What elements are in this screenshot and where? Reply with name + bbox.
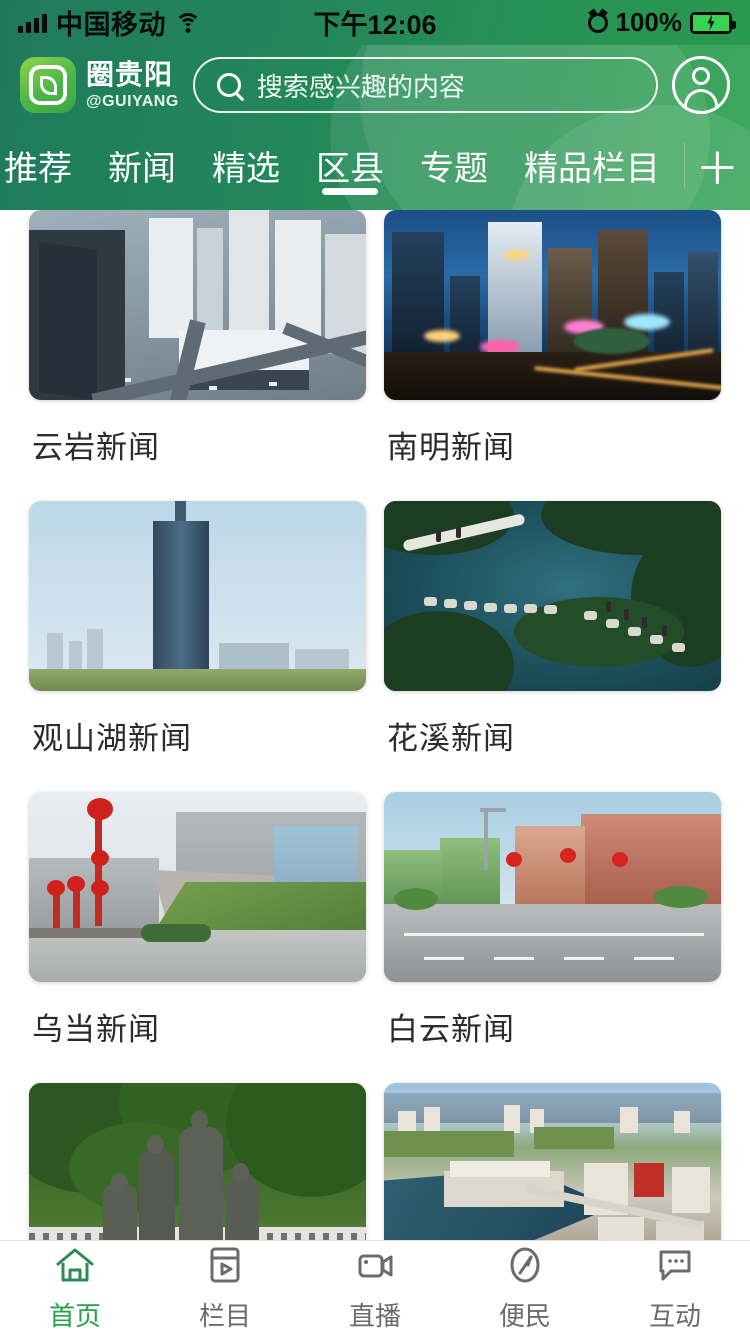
bottom-navigation: 首页 栏目 直播 便民 互动 (0, 1240, 750, 1334)
grid-item[interactable]: 白云新闻 (375, 792, 730, 1083)
tab-label: 专题 (420, 149, 488, 188)
nav-item-home[interactable]: 首页 (0, 1243, 150, 1333)
nav-label: 首页 (48, 1300, 101, 1331)
status-bar: 中国移动 下午12:06 100% (0, 0, 750, 45)
search-placeholder: 搜索感兴趣的内容 (256, 71, 465, 102)
nav-label: 栏目 (198, 1300, 251, 1331)
live-camera-icon (353, 1243, 397, 1287)
grid-item[interactable]: 乌当新闻 (20, 792, 375, 1083)
tab-label: 精选 (212, 149, 280, 188)
grid-item[interactable]: 云岩新闻 (20, 210, 375, 501)
alarm-icon (587, 12, 608, 33)
columns-video-icon (203, 1243, 247, 1287)
chat-bubble-icon (653, 1243, 697, 1287)
card-title: 南明新闻 (387, 430, 515, 465)
card-thumbnail (384, 792, 721, 982)
card-thumbnail-wrap grid-item[interactable]: 花溪新闻 (375, 501, 730, 792)
district-grid-scroll[interactable]: 云岩新闻 南明新闻 观山湖新闻 花溪新闻 乌当新闻 白云新闻 (0, 210, 750, 1240)
card-thumbnail (29, 210, 366, 400)
card-thumbnail (29, 792, 366, 982)
search-icon (216, 73, 241, 97)
card-title: 花溪新闻 (387, 721, 515, 756)
card-thumbnail (384, 1083, 721, 1240)
district-grid: 云岩新闻 南明新闻 观山湖新闻 花溪新闻 乌当新闻 白云新闻 (0, 210, 750, 1240)
logo-name: 圈贵阳 (86, 58, 174, 90)
tab-active-indicator (322, 188, 378, 195)
card-thumbnail (384, 210, 721, 400)
search-bar[interactable]: 搜索感兴趣的内容 (192, 57, 658, 113)
tab-label: 新闻 (108, 149, 176, 188)
nav-item-interaction[interactable]: 互动 (600, 1243, 750, 1333)
tab-districts[interactable]: 区县 (298, 125, 402, 205)
nav-item-live[interactable]: 直播 (300, 1243, 450, 1333)
compass-icon (503, 1243, 547, 1287)
card-thumbnail (384, 501, 721, 691)
home-icon (53, 1243, 97, 1287)
card-thumbnail (29, 501, 366, 691)
tab-topics[interactable]: 专题 (402, 125, 506, 205)
grid-item[interactable] (20, 1083, 375, 1240)
nav-label: 直播 (348, 1300, 401, 1331)
card-title: 乌当新闻 (32, 1012, 160, 1047)
add-channel-button[interactable]: ＋ (685, 125, 750, 205)
grid-item[interactable] (375, 1083, 730, 1240)
tab-premium-columns[interactable]: 精品栏目 (506, 125, 678, 205)
nav-label: 互动 (648, 1300, 701, 1331)
card-title: 观山湖新闻 (32, 721, 192, 756)
header-row: 圈贵阳 @GUIYANG 搜索感兴趣的内容 (0, 45, 750, 125)
category-tabs: 推荐 新闻 精选 区县 专题 精品栏目 ＋ (0, 125, 750, 205)
app-logo[interactable]: 圈贵阳 @GUIYANG (20, 57, 179, 113)
logo-subtitle: @GUIYANG (86, 92, 179, 110)
app-header: 圈贵阳 @GUIYANG 搜索感兴趣的内容 推荐 新闻 精选 区县 专题 精品栏… (0, 45, 750, 210)
status-bar-time: 下午12:06 (313, 10, 437, 40)
card-title: 白云新闻 (387, 1012, 515, 1047)
grid-item[interactable]: 南明新闻 (375, 210, 730, 501)
nav-item-columns[interactable]: 栏目 (150, 1243, 300, 1333)
battery-charging-icon (690, 11, 736, 34)
tab-label: 推荐 (4, 149, 72, 188)
card-title: 云岩新闻 (32, 430, 160, 465)
tab-recommend[interactable]: 推荐 (0, 125, 90, 205)
card-thumbnail (29, 1083, 366, 1240)
user-avatar-icon[interactable] (672, 56, 730, 114)
grid-item[interactable]: 观山湖新闻 (20, 501, 375, 792)
nav-item-services[interactable]: 便民 (450, 1243, 600, 1333)
tab-news[interactable]: 新闻 (90, 125, 194, 205)
tab-featured[interactable]: 精选 (194, 125, 298, 205)
logo-mark-icon (20, 57, 76, 113)
tab-label: 区县 (316, 149, 384, 188)
tab-label: 精品栏目 (524, 149, 660, 188)
nav-label: 便民 (498, 1300, 551, 1331)
